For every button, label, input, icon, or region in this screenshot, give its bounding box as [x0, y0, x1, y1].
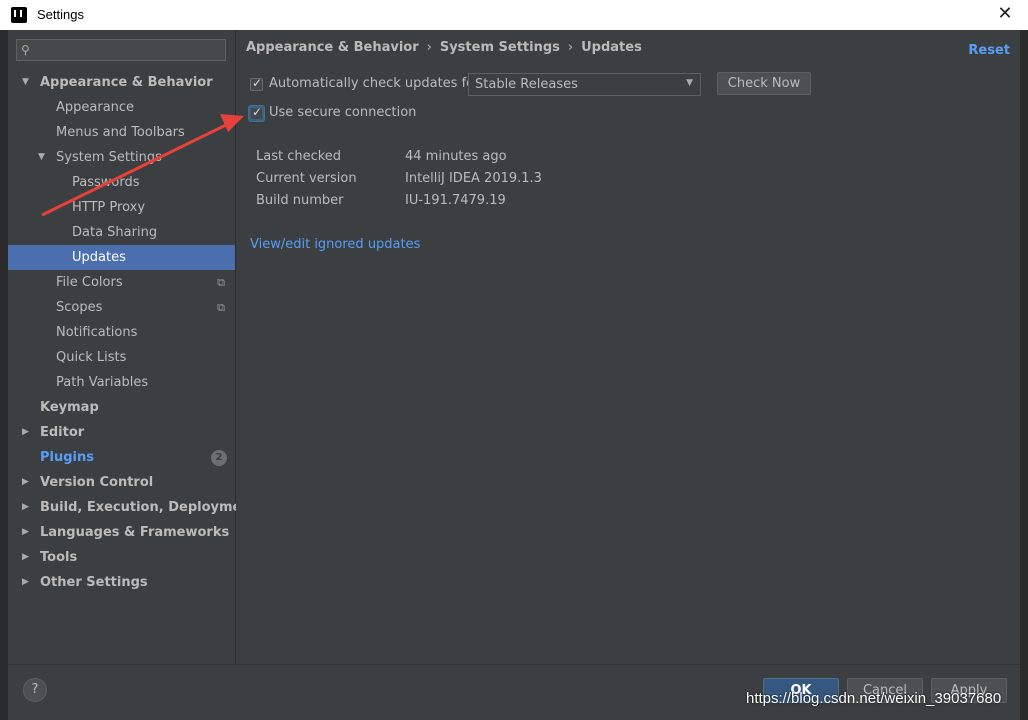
sidebar-item-notifications[interactable]: Notifications [8, 320, 235, 345]
chevron-right-icon[interactable]: ▶ [22, 545, 29, 570]
info-key-last-checked: Last checked [256, 149, 342, 164]
view-ignored-updates-link[interactable]: View/edit ignored updates [250, 237, 420, 252]
settings-dialog: ⚲ ▼ Appearance & Behavior Appearance Men… [8, 30, 1020, 720]
sidebar-item-label: Menus and Toolbars [56, 125, 185, 140]
auto-check-updates-checkbox[interactable]: ✓ [250, 76, 263, 91]
sidebar-item-system-settings[interactable]: ▼ System Settings [8, 145, 235, 170]
breadcrumb-item: Updates [581, 40, 642, 55]
search-icon: ⚲ [21, 43, 30, 57]
sidebar-item-languages-frameworks[interactable]: ▶ Languages & Frameworks [8, 520, 235, 545]
info-value-current-version: IntelliJ IDEA 2019.1.3 [405, 171, 542, 186]
watermark: https://blog.csdn.net/weixin_39037680 [746, 690, 1002, 707]
sidebar-item-data-sharing[interactable]: Data Sharing [8, 220, 235, 245]
chevron-down-icon[interactable]: ▼ [38, 145, 45, 170]
chevron-right-icon[interactable]: ▶ [22, 420, 29, 445]
sidebar-item-label: Data Sharing [72, 225, 158, 240]
window-title: Settings [37, 7, 84, 22]
chevron-right-icon[interactable]: ▶ [22, 520, 29, 545]
project-scope-icon: ⧉ [217, 301, 225, 314]
sidebar-item-label: Appearance & Behavior [40, 75, 213, 90]
info-value-last-checked: 44 minutes ago [405, 149, 507, 164]
breadcrumb-item: System Settings [439, 40, 560, 55]
breadcrumb-separator: › [567, 40, 574, 55]
sidebar-item-label: Plugins [40, 450, 94, 465]
sidebar-item-label: Other Settings [40, 575, 148, 590]
info-key-build-number: Build number [256, 193, 344, 208]
settings-content: Appearance & Behavior › System Settings › Up… [236, 30, 1020, 664]
sidebar-item-build-execution-deployment[interactable]: ▶ Build, Execution, Deployment [8, 495, 257, 520]
settings-sidebar: ⚲ ▼ Appearance & Behavior Appearance Men… [8, 30, 257, 664]
sidebar-item-label: Build, Execution, Deployment [40, 500, 257, 515]
intellij-logo-icon [11, 7, 27, 23]
update-channel-value: Stable Releases [475, 77, 578, 92]
chevron-right-icon[interactable]: ▶ [22, 570, 29, 595]
sidebar-item-label: System Settings [56, 150, 162, 165]
sidebar-item-label: Passwords [72, 175, 140, 190]
title-bar: Settings ✕ [0, 0, 1028, 30]
sidebar-item-quick-lists[interactable]: Quick Lists [8, 345, 235, 370]
background-editor-right [1020, 30, 1028, 719]
secure-connection-checkbox[interactable]: ✓ [249, 105, 264, 121]
sidebar-item-plugins[interactable]: Plugins 2 [8, 445, 235, 470]
breadcrumb-item: Appearance & Behavior [246, 40, 419, 55]
breadcrumb-separator: › [426, 40, 432, 55]
sidebar-item-appearance-behavior[interactable]: ▼ Appearance & Behavior [8, 70, 235, 95]
sidebar-item-label: Editor [40, 425, 85, 440]
secure-connection-label: Use secure connection [269, 105, 417, 120]
sidebar-item-file-colors[interactable]: File Colors ⧉ [8, 270, 235, 295]
background-editor-left [0, 30, 8, 719]
sidebar-item-label: Notifications [56, 325, 138, 340]
sidebar-item-label: Quick Lists [56, 350, 127, 365]
sidebar-item-http-proxy[interactable]: HTTP Proxy [8, 195, 235, 220]
sidebar-item-label: Tools [40, 550, 78, 565]
sidebar-item-keymap[interactable]: Keymap [8, 395, 235, 420]
close-icon[interactable]: ✕ [994, 3, 1016, 25]
sidebar-item-label: Languages & Frameworks [40, 525, 230, 540]
sidebar-item-label: Keymap [40, 400, 99, 415]
sidebar-item-other-settings[interactable]: ▶ Other Settings [8, 570, 235, 595]
checkmark-icon: ✓ [252, 105, 263, 119]
chevron-right-icon[interactable]: ▶ [22, 495, 29, 520]
info-value-build-number: IU-191.7479.19 [405, 193, 506, 208]
info-key-current-version: Current version [256, 171, 357, 186]
dropdown-arrow-icon: ▼ [686, 78, 693, 88]
sidebar-item-appearance[interactable]: Appearance [8, 95, 235, 120]
breadcrumb: Appearance & Behavior › System Settings › Up… [246, 40, 642, 55]
sidebar-item-scopes[interactable]: Scopes ⧉ [8, 295, 235, 320]
sidebar-item-passwords[interactable]: Passwords [8, 170, 235, 195]
chevron-right-icon[interactable]: ▶ [22, 470, 29, 495]
help-icon[interactable]: ? [23, 678, 47, 702]
sidebar-item-label: Version Control [40, 475, 154, 490]
sidebar-item-label: HTTP Proxy [72, 200, 146, 215]
sidebar-item-version-control[interactable]: ▶ Version Control [8, 470, 235, 495]
sidebar-item-label: File Colors [56, 275, 123, 290]
check-now-button[interactable]: Check Now [717, 72, 811, 95]
sidebar-item-label: Appearance [56, 100, 135, 115]
sidebar-item-label: Path Variables [56, 375, 149, 390]
sidebar-item-menus-toolbars[interactable]: Menus and Toolbars [8, 120, 235, 145]
reset-link[interactable]: Reset [968, 43, 1010, 58]
update-channel-select[interactable]: Stable Releases ▼ [468, 73, 701, 96]
sidebar-item-editor[interactable]: ▶ Editor [8, 420, 235, 445]
chevron-down-icon[interactable]: ▼ [22, 70, 29, 95]
auto-check-updates-label: Automatically check updates for [269, 76, 480, 91]
sidebar-item-label: Updates [72, 250, 126, 265]
sidebar-item-path-variables[interactable]: Path Variables [8, 370, 235, 395]
sidebar-item-updates[interactable]: Updates [8, 245, 235, 270]
project-scope-icon: ⧉ [217, 276, 225, 289]
search-input[interactable]: ⚲ [16, 39, 226, 61]
sidebar-item-tools[interactable]: ▶ Tools [8, 545, 235, 570]
plugins-count-badge: 2 [211, 450, 227, 466]
sidebar-item-label: Scopes [56, 300, 103, 315]
checkmark-icon: ✓ [252, 76, 263, 90]
